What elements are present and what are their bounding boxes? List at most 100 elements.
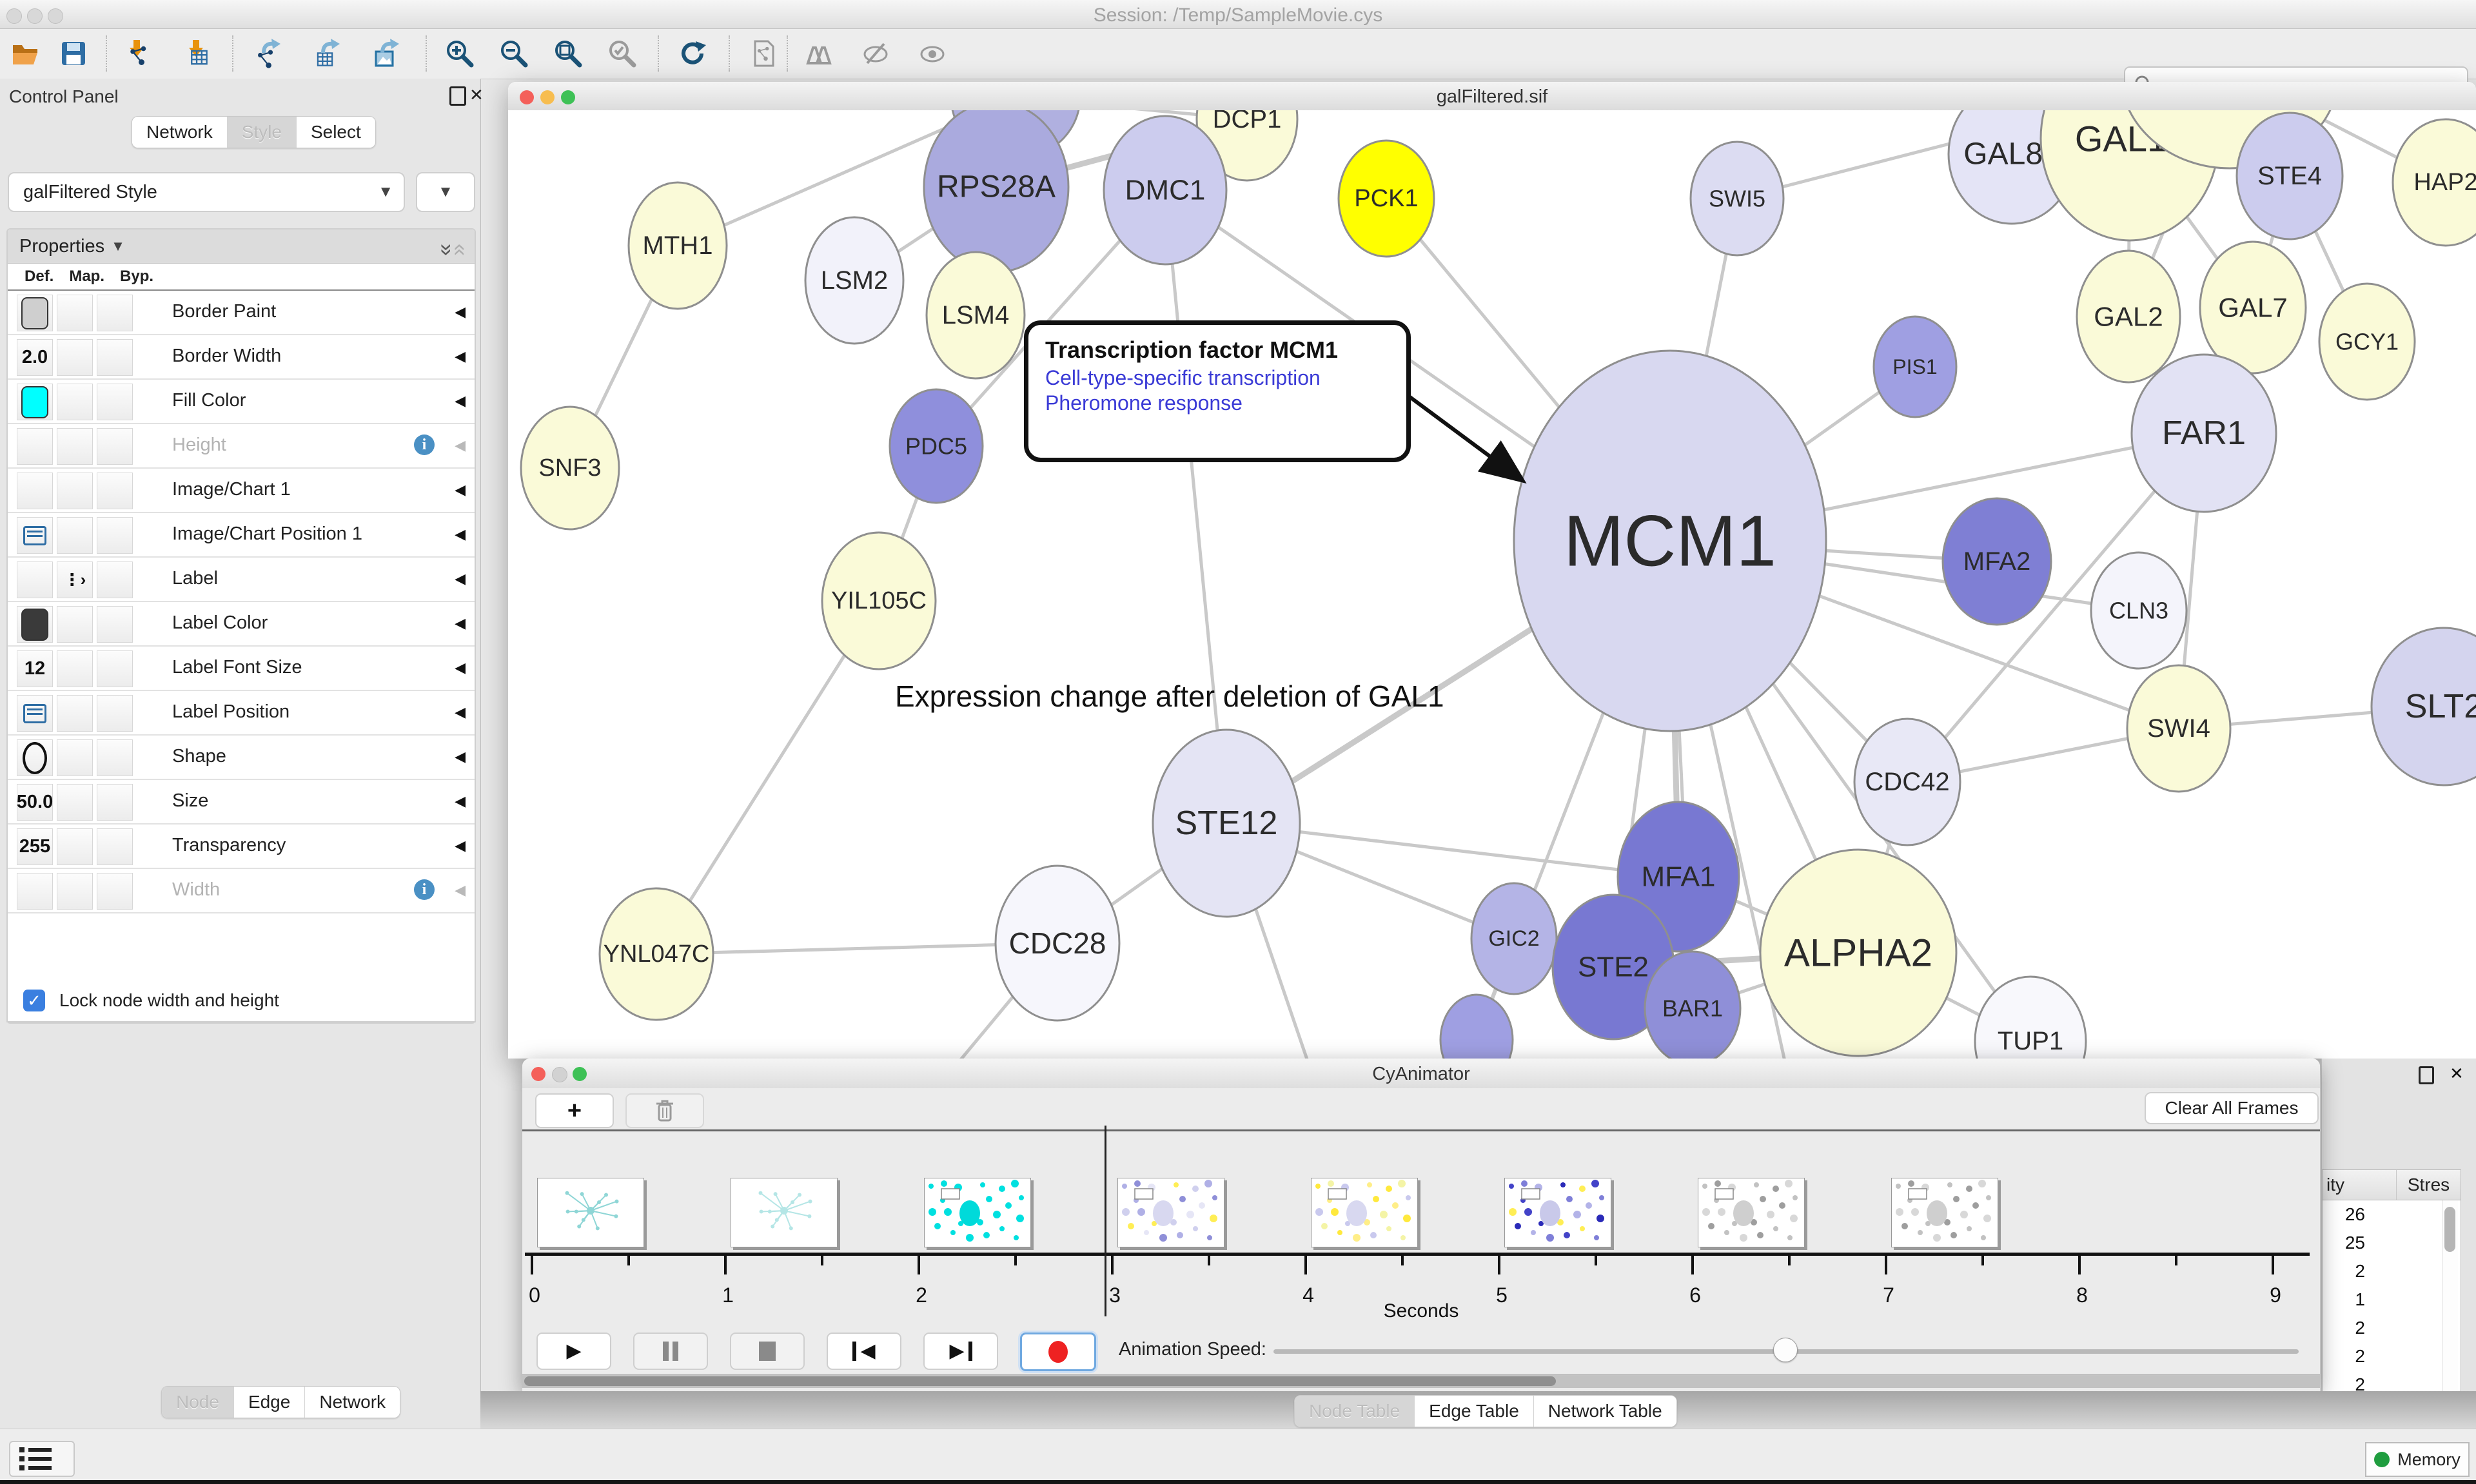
bypass-cell[interactable] (97, 517, 133, 554)
prev-frame-button[interactable]: ◀ (827, 1333, 901, 1370)
expand-arrow-icon[interactable]: ◀ (455, 437, 466, 454)
cyanimator-timeline[interactable]: 0123456789 Seconds (522, 1131, 2320, 1330)
node-STE12[interactable]: STE12 (1153, 730, 1300, 917)
memory-button[interactable]: Memory (2365, 1442, 2470, 1477)
default-cell[interactable] (17, 739, 53, 776)
node-MFA2[interactable]: MFA2 (1943, 498, 2051, 625)
frame-thumbnail-4[interactable] (1311, 1178, 1418, 1247)
tab-style[interactable]: Style (228, 117, 297, 148)
play-button[interactable]: ▶ (536, 1333, 611, 1370)
default-cell[interactable] (17, 428, 53, 465)
node-SWI4[interactable]: SWI4 (2127, 665, 2230, 792)
expand-arrow-icon[interactable]: ◀ (455, 704, 466, 721)
expand-arrow-icon[interactable]: ◀ (455, 571, 466, 587)
tab-node[interactable]: Node (162, 1387, 234, 1418)
node-RPS28A[interactable]: RPS28A (924, 110, 1068, 272)
open-icon[interactable] (9, 37, 43, 70)
bypass-cell[interactable] (97, 473, 133, 509)
default-cell[interactable]: 50.0 (17, 784, 53, 821)
default-cell[interactable]: 255 (17, 828, 53, 865)
mapping-cell[interactable] (57, 739, 93, 776)
mapping-cell[interactable] (57, 606, 93, 643)
mapping-cell[interactable] (57, 473, 93, 509)
node-PCK1[interactable]: PCK1 (1339, 141, 1434, 257)
info-icon[interactable]: i (414, 434, 435, 455)
node-STE4[interactable]: STE4 (2237, 113, 2343, 239)
property-row-label-color[interactable]: Label Color◀ (8, 602, 475, 647)
table-row[interactable]: 25 (2323, 1229, 2461, 1257)
lock-size-checkbox[interactable]: ✓ (23, 990, 45, 1011)
default-cell[interactable] (17, 473, 53, 509)
bypass-cell[interactable] (97, 339, 133, 376)
node-CDC42[interactable]: CDC42 (1854, 719, 1960, 845)
node-MTH1[interactable]: MTH1 (629, 182, 727, 309)
node-CDC28[interactable]: CDC28 (996, 866, 1119, 1020)
mapping-cell[interactable] (57, 650, 93, 687)
show-panels-button[interactable] (9, 1441, 75, 1477)
default-cell[interactable] (17, 561, 53, 598)
node-GCY1[interactable]: GCY1 (2319, 284, 2415, 400)
bypass-cell[interactable] (97, 606, 133, 643)
node-SLT2[interactable]: SLT2 (2372, 628, 2476, 785)
node-GAL7[interactable]: GAL7 (2200, 242, 2306, 373)
network-doc-icon[interactable] (747, 37, 780, 70)
table-row[interactable]: 1 (2323, 1285, 2461, 1314)
property-row-image-chart-position-1[interactable]: Image/Chart Position 1◀ (8, 513, 475, 558)
node-ALPHA2[interactable]: ALPHA2 (1760, 850, 1956, 1056)
mapping-cell[interactable] (57, 873, 93, 910)
save-icon[interactable] (57, 37, 90, 70)
node-PDC5[interactable]: PDC5 (890, 389, 983, 503)
zoom-fit-icon[interactable] (551, 37, 584, 70)
default-cell[interactable] (17, 384, 53, 420)
default-cell[interactable] (17, 695, 53, 732)
expand-arrow-icon[interactable]: ◀ (455, 793, 466, 810)
cyanimator-scrollbar[interactable] (522, 1374, 2320, 1388)
tab-node-table[interactable]: Node Table (1295, 1396, 1415, 1427)
frame-thumbnail-0[interactable] (537, 1178, 644, 1247)
default-cell[interactable] (17, 517, 53, 554)
table-row[interactable]: 2 (2323, 1257, 2461, 1285)
annotation-link[interactable]: Pheromone response (1045, 391, 1406, 415)
expand-arrow-icon[interactable]: ◀ (455, 348, 466, 365)
add-frame-button[interactable]: + (535, 1093, 614, 1128)
node-MCM1[interactable]: MCM1 (1514, 351, 1826, 731)
table-scrollbar[interactable] (2442, 1200, 2458, 1400)
mapping-cell[interactable] (57, 339, 93, 376)
mapping-cell[interactable] (57, 295, 93, 331)
bypass-cell[interactable] (97, 295, 133, 331)
style-select[interactable]: galFiltered Style ▼ (8, 172, 405, 212)
mapping-cell[interactable] (57, 828, 93, 865)
float-panel-icon[interactable] (449, 86, 466, 106)
property-row-label-font-size[interactable]: 12Label Font Size◀ (8, 647, 475, 691)
style-options-button[interactable]: ▼ (416, 172, 475, 212)
property-row-transparency[interactable]: 255Transparency◀ (8, 825, 475, 869)
property-row-border-width[interactable]: 2.0Border Width◀ (8, 335, 475, 380)
cyanimator-titlebar[interactable]: CyAnimator (522, 1059, 2320, 1089)
node-YIL105C[interactable]: YIL105C (822, 532, 936, 669)
tab-network-table[interactable]: Network Table (1534, 1396, 1676, 1427)
annotation-link[interactable]: Cell-type-specific transcription (1045, 366, 1406, 390)
node-PIS1[interactable]: PIS1 (1874, 317, 1956, 417)
default-cell[interactable] (17, 295, 53, 331)
bypass-cell[interactable] (97, 784, 133, 821)
expand-arrow-icon[interactable]: ◀ (455, 482, 466, 498)
tab-edge-table[interactable]: Edge Table (1415, 1396, 1534, 1427)
tab-select[interactable]: Select (297, 117, 375, 148)
mapping-cell[interactable] (57, 428, 93, 465)
frame-thumbnail-6[interactable] (1698, 1178, 1805, 1247)
default-cell[interactable]: 12 (17, 650, 53, 687)
expand-arrow-icon[interactable]: ◀ (455, 304, 466, 320)
property-row-border-paint[interactable]: Border Paint◀ (8, 291, 475, 335)
refresh-icon[interactable] (676, 37, 709, 70)
mapping-cell[interactable]: ⋮› (57, 561, 93, 598)
table-row[interactable]: 2 (2323, 1314, 2461, 1342)
hide-selected-icon[interactable] (859, 37, 892, 70)
property-row-width[interactable]: Widthi◀ (8, 869, 475, 913)
stop-button[interactable] (730, 1333, 805, 1370)
table-row[interactable]: 26 (2323, 1200, 2461, 1229)
property-row-height[interactable]: Heighti◀ (8, 424, 475, 469)
bypass-cell[interactable] (97, 384, 133, 420)
bypass-cell[interactable] (97, 739, 133, 776)
mapping-cell[interactable] (57, 517, 93, 554)
property-row-label-position[interactable]: Label Position◀ (8, 691, 475, 736)
